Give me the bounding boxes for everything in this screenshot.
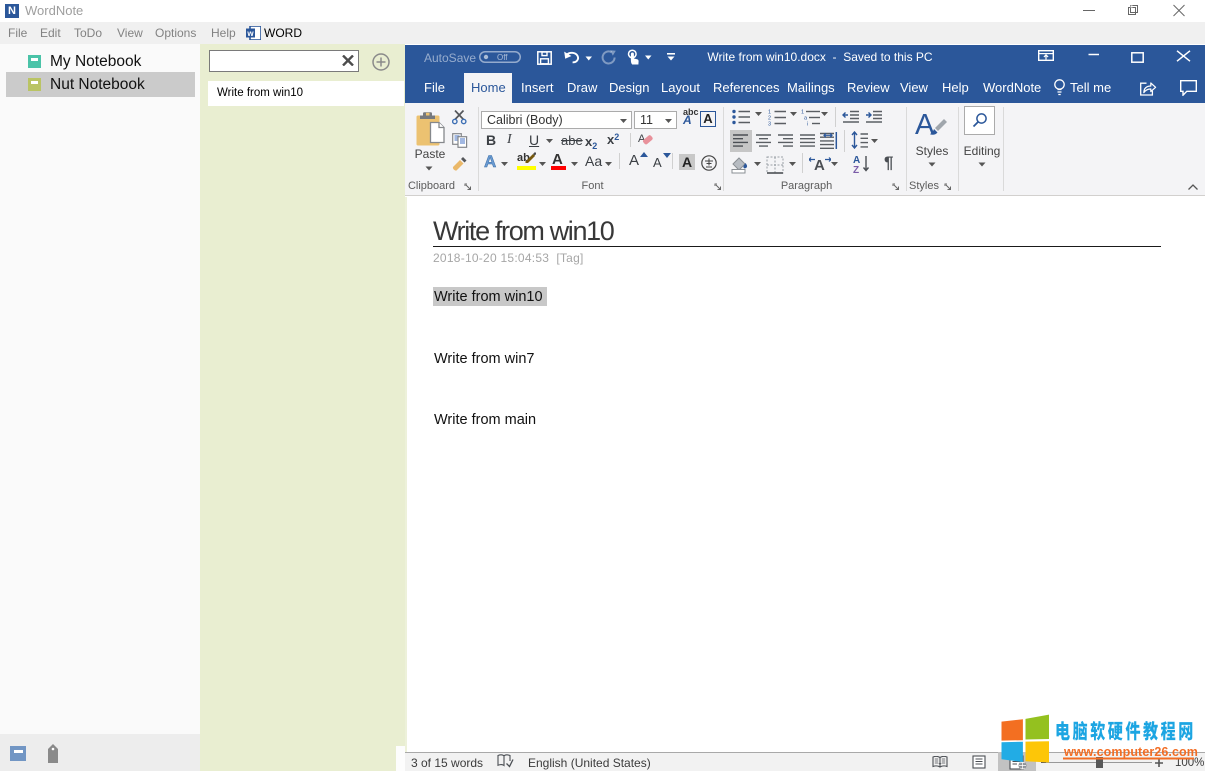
svg-text:A: A bbox=[814, 157, 825, 173]
svg-text:w: w bbox=[246, 29, 254, 38]
svg-text:3: 3 bbox=[768, 122, 771, 127]
svg-text:i: i bbox=[807, 122, 808, 127]
svg-text:Z: Z bbox=[853, 165, 859, 174]
svg-text:A: A bbox=[915, 109, 935, 141]
